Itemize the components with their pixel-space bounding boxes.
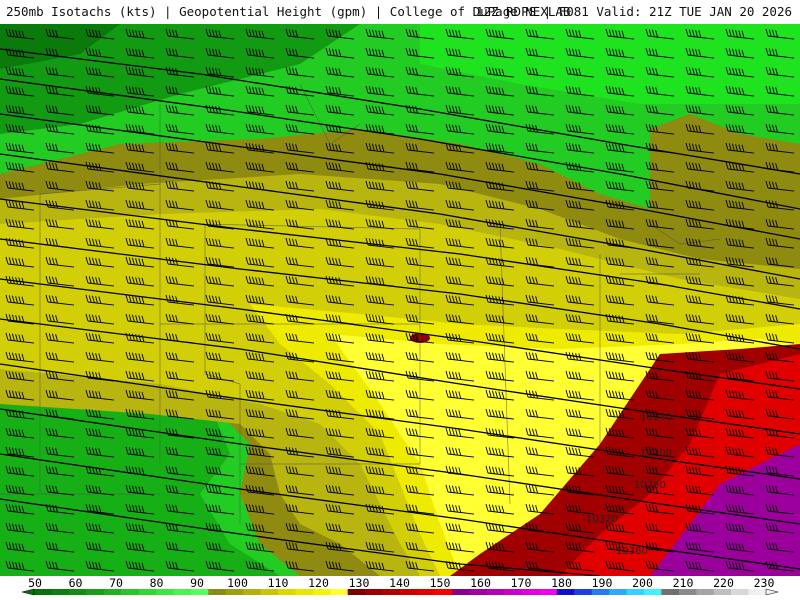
colorbar-swatch <box>591 589 610 595</box>
colorbar-tick-label: 90 <box>190 576 204 590</box>
colorbar-swatch <box>644 589 662 595</box>
colorbar-swatches <box>34 589 767 595</box>
colorbar-swatch <box>103 589 122 595</box>
colorbar-tick-label: 160 <box>470 576 491 590</box>
colorbar-tick-labels: 50 60 70 80 90 100 110 120 130 140 150 160 170 180 190… <box>28 576 774 590</box>
colorbar-swatch <box>400 589 418 595</box>
colorbar-swatch <box>347 589 366 595</box>
header-bar: 250mb Isotachs (kts) | Geopotential Heig… <box>0 0 800 24</box>
colorbar-swatch <box>208 589 227 595</box>
colorbar-swatch <box>190 589 209 595</box>
isotach-colorbar: 50 60 70 80 90 100 110 120 130 140 150 160 170 180 190… <box>0 576 800 600</box>
colorbar-swatch <box>452 589 471 595</box>
colorbar-swatch <box>68 589 87 595</box>
colorbar-tick-label: 210 <box>673 576 694 590</box>
colorbar-swatch <box>731 589 749 595</box>
isotach-map: 10140 10200 10260 10320 10380 <box>0 24 800 576</box>
colorbar-swatch <box>295 589 314 595</box>
colorbar-swatch <box>469 589 488 595</box>
colorbar-swatch <box>173 589 192 595</box>
colorbar-tick-label: 120 <box>308 576 329 590</box>
colorbar-tick-label: 170 <box>511 576 532 590</box>
colorbar-swatch <box>382 589 401 595</box>
colorbar-swatch <box>417 589 436 595</box>
colorbar-swatch <box>34 589 52 595</box>
contour-label: 10320 <box>586 514 618 525</box>
colorbar-swatch <box>539 589 558 595</box>
colorbar-swatch <box>434 589 453 595</box>
colorbar-tick-label: 100 <box>227 576 248 590</box>
colorbar-swatch <box>51 589 70 595</box>
colorbar-swatch <box>121 589 139 595</box>
colorbar-swatch <box>278 589 296 595</box>
colorbar-tick-label: 50 <box>28 576 42 590</box>
colorbar-swatch <box>156 589 174 595</box>
colorbar-tick-label: 130 <box>349 576 370 590</box>
colorbar-tick-label: 190 <box>592 576 613 590</box>
contour-label: 10380 <box>616 546 648 557</box>
colorbar-tick-label: 140 <box>389 576 410 590</box>
colorbar-swatch <box>504 589 523 595</box>
colorbar-swatch <box>330 589 349 595</box>
colorbar-tick-label: 110 <box>268 576 289 590</box>
weather-map-page: 250mb Isotachs (kts) | Geopotential Heig… <box>0 0 800 600</box>
colorbar-swatch <box>260 589 279 595</box>
colorbar-swatch <box>609 589 627 595</box>
colorbar-swatch <box>86 589 105 595</box>
colorbar-swatch <box>626 589 645 595</box>
colorbar-swatch <box>696 589 715 595</box>
colorbar-tick-label: 70 <box>109 576 123 590</box>
colorbar-tick-label: 200 <box>632 576 653 590</box>
colorbar-swatch <box>748 589 767 595</box>
colorbar-tick-label: 150 <box>430 576 451 590</box>
colorbar-swatch <box>556 589 575 595</box>
colorbar-swatch <box>138 589 157 595</box>
colorbar-swatch <box>713 589 732 595</box>
colorbar-tick-label: 80 <box>150 576 164 590</box>
contour-label: 10200 <box>640 448 672 459</box>
colorbar-tick-label: 220 <box>713 576 734 590</box>
colorbar-swatch <box>487 589 505 595</box>
colorbar-swatch <box>661 589 680 595</box>
colorbar-swatch <box>522 589 540 595</box>
colorbar-tick-label: 180 <box>551 576 572 590</box>
contour-label: 10140 <box>640 412 672 423</box>
contour-label: 10260 <box>634 480 666 491</box>
colorbar-tick-label: 230 <box>754 576 775 590</box>
model-valid-time: 12Z RDPS | F081 Valid: 21Z TUE JAN 20 20… <box>475 4 792 19</box>
colorbar-swatch <box>365 589 383 595</box>
colorbar-swatch <box>312 589 331 595</box>
colorbar-swatch <box>243 589 261 595</box>
colorbar-swatch <box>678 589 697 595</box>
colorbar-swatch <box>574 589 593 595</box>
colorbar-swatch <box>225 589 244 595</box>
colorbar-tick-label: 60 <box>69 576 83 590</box>
